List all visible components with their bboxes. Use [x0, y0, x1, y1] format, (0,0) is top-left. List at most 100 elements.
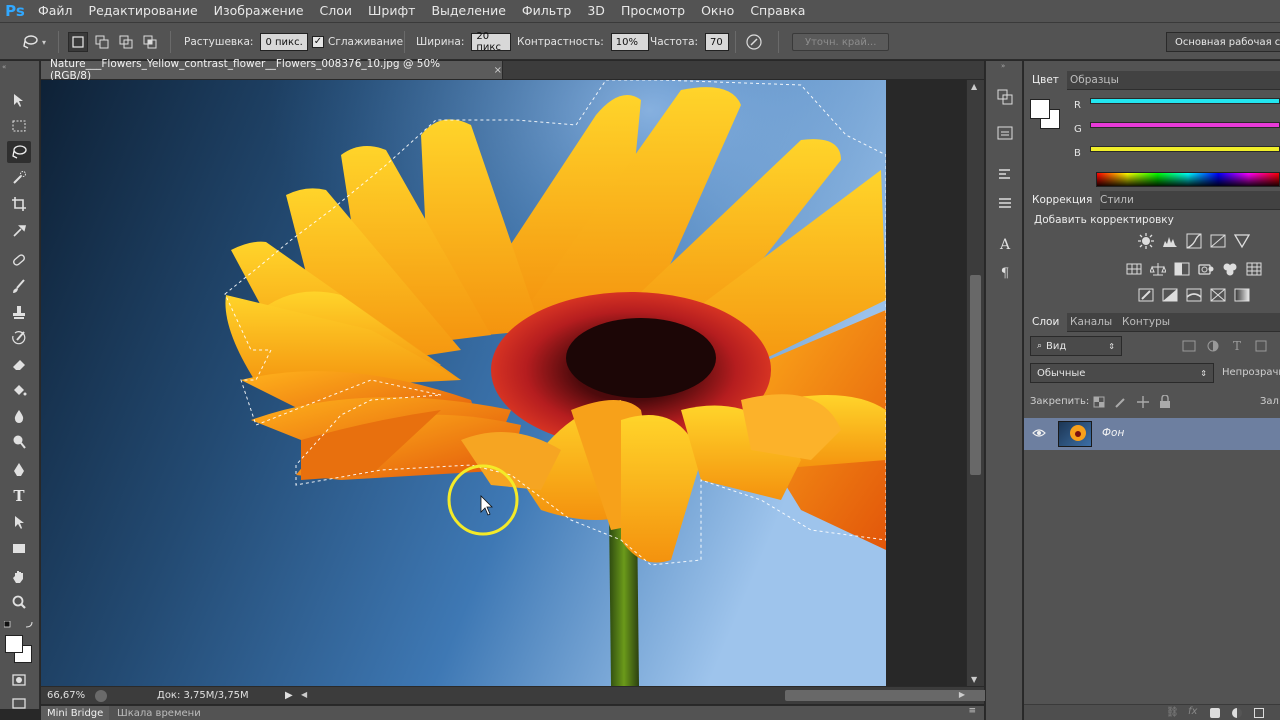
tab-mini-bridge[interactable]: Mini Bridge: [41, 706, 110, 720]
properties-panel-icon[interactable]: [995, 123, 1015, 143]
eyedropper-tool-icon[interactable]: [7, 219, 31, 241]
tab-color[interactable]: Цвет: [1024, 71, 1067, 90]
tab-paths[interactable]: Контуры: [1114, 313, 1178, 332]
layer-kind-filter[interactable]: ⌕ Вид ⇕: [1030, 336, 1122, 356]
default-colors-icon[interactable]: [3, 619, 34, 628]
menu-item-3[interactable]: Слои: [312, 0, 361, 22]
hand-tool-icon[interactable]: [7, 565, 31, 587]
threshold-icon[interactable]: [1185, 286, 1203, 304]
eraser-tool-icon[interactable]: [7, 353, 31, 375]
add-mask-icon[interactable]: [1210, 708, 1220, 718]
foreground-color-swatch[interactable]: [5, 635, 23, 653]
color-swatches[interactable]: [5, 635, 35, 665]
workspace-switcher[interactable]: Основная рабочая среда: [1166, 23, 1280, 61]
tab-layers[interactable]: Слои: [1024, 313, 1068, 332]
paragraph-panel-icon[interactable]: ¶: [995, 263, 1015, 283]
color-panel-foreground-swatch[interactable]: [1030, 99, 1050, 119]
pen-tool-icon[interactable]: [7, 459, 31, 481]
zoom-level[interactable]: 66,67%: [47, 690, 85, 701]
channel-b-slider[interactable]: [1090, 146, 1280, 152]
hue-saturation-icon[interactable]: [1125, 260, 1143, 278]
antialias-checkbox[interactable]: ✓: [312, 36, 324, 48]
lock-transparency-icon[interactable]: [1090, 393, 1108, 411]
menu-item-2[interactable]: Изображение: [206, 0, 312, 22]
collapse-arrows-icon[interactable]: «: [2, 63, 6, 71]
menu-item-1[interactable]: Редактирование: [81, 0, 206, 22]
vertical-scrollbar[interactable]: ▲ ▼: [966, 80, 984, 686]
brush-presets-icon[interactable]: [995, 165, 1015, 185]
feather-input[interactable]: 0 пикс.: [260, 33, 309, 51]
panel-menu-icon[interactable]: ≡: [968, 706, 976, 716]
new-selection-icon[interactable]: [68, 32, 88, 52]
history-panel-icon[interactable]: [995, 87, 1015, 107]
scroll-left-icon[interactable]: ◀: [301, 690, 307, 699]
rectangle-tool-icon[interactable]: [7, 537, 31, 559]
horizontal-scrollbar[interactable]: ◀ ▶: [299, 687, 1015, 705]
menu-item-7[interactable]: 3D: [579, 0, 613, 22]
lasso-preset-picker[interactable]: ▾: [20, 23, 46, 61]
tool-presets-icon[interactable]: [995, 193, 1015, 213]
tablet-pressure-button[interactable]: [744, 23, 764, 61]
clone-stamp-tool-icon[interactable]: [7, 301, 31, 323]
vertical-scroll-thumb[interactable]: [970, 275, 981, 475]
tab-timeline[interactable]: Шкала времени: [111, 706, 207, 720]
antialias-group[interactable]: ✓ Сглаживание: [312, 23, 403, 61]
horizontal-scroll-thumb[interactable]: [785, 690, 1015, 701]
tab-channels[interactable]: Каналы: [1062, 313, 1120, 332]
filter-adjustment-icon[interactable]: [1204, 337, 1222, 355]
crop-tool-icon[interactable]: [7, 193, 31, 215]
status-menu-arrow-icon[interactable]: ▶: [285, 690, 293, 701]
vibrance-icon[interactable]: [1233, 232, 1251, 250]
filter-pixel-icon[interactable]: [1180, 337, 1198, 355]
move-tool-icon[interactable]: [7, 89, 31, 111]
type-tool-icon[interactable]: T: [7, 485, 31, 507]
intersect-selection-icon[interactable]: [140, 32, 160, 52]
filter-type-icon[interactable]: T: [1228, 337, 1246, 355]
canvas-area[interactable]: [41, 80, 966, 686]
lasso-tool-icon[interactable]: [7, 141, 31, 163]
scroll-down-icon[interactable]: ▼: [971, 675, 977, 684]
close-icon[interactable]: ×: [494, 65, 502, 76]
menu-item-10[interactable]: Справка: [742, 0, 813, 22]
blend-mode-select[interactable]: Обычные ⇕: [1030, 363, 1214, 383]
menu-item-8[interactable]: Просмотр: [613, 0, 693, 22]
gradient-map-icon[interactable]: [1233, 286, 1251, 304]
channel-r-slider[interactable]: [1090, 98, 1280, 104]
screen-mode-icon[interactable]: [7, 693, 31, 715]
menu-item-5[interactable]: Выделение: [423, 0, 513, 22]
menu-item-0[interactable]: Файл: [30, 0, 81, 22]
link-layers-icon[interactable]: ⛓: [1166, 707, 1179, 718]
quick-mask-icon[interactable]: [7, 669, 31, 691]
quick-selection-tool-icon[interactable]: [7, 167, 31, 189]
menu-item-4[interactable]: Шрифт: [360, 0, 423, 22]
status-info-icon[interactable]: [95, 690, 107, 702]
lock-all-icon[interactable]: [1156, 393, 1174, 411]
menu-item-6[interactable]: Фильтр: [514, 0, 579, 22]
lock-position-icon[interactable]: [1134, 393, 1152, 411]
exposure-icon[interactable]: [1209, 232, 1227, 250]
width-input[interactable]: 20 пикс: [471, 31, 512, 53]
tab-styles[interactable]: Стили: [1092, 191, 1142, 210]
color-spectrum-ramp[interactable]: [1096, 172, 1280, 187]
color-panel-swatches[interactable]: [1030, 99, 1062, 131]
channel-g-slider[interactable]: [1090, 122, 1280, 128]
selective-color-icon[interactable]: [1209, 286, 1227, 304]
document-tab[interactable]: Nature___Flowers_Yellow_contrast_flower_…: [41, 58, 503, 82]
frequency-input[interactable]: 70: [705, 33, 730, 51]
add-selection-icon[interactable]: [92, 32, 112, 52]
curves-icon[interactable]: [1185, 232, 1203, 250]
new-group-icon[interactable]: [1254, 708, 1264, 718]
collapse-icon[interactable]: »: [1001, 62, 1005, 70]
dodge-tool-icon[interactable]: [7, 431, 31, 453]
zoom-tool-icon[interactable]: [7, 591, 31, 613]
subtract-selection-icon[interactable]: [116, 32, 136, 52]
healing-brush-tool-icon[interactable]: [7, 249, 31, 271]
blur-tool-icon[interactable]: [7, 405, 31, 427]
tab-swatches[interactable]: Образцы: [1062, 71, 1127, 90]
color-lookup-icon[interactable]: [1245, 260, 1263, 278]
flower-photo[interactable]: [41, 80, 886, 686]
scroll-right-icon[interactable]: ▶: [959, 690, 965, 699]
contrast-input[interactable]: 10%: [610, 33, 649, 51]
brush-tool-icon[interactable]: [7, 275, 31, 297]
levels-icon[interactable]: [1161, 232, 1179, 250]
